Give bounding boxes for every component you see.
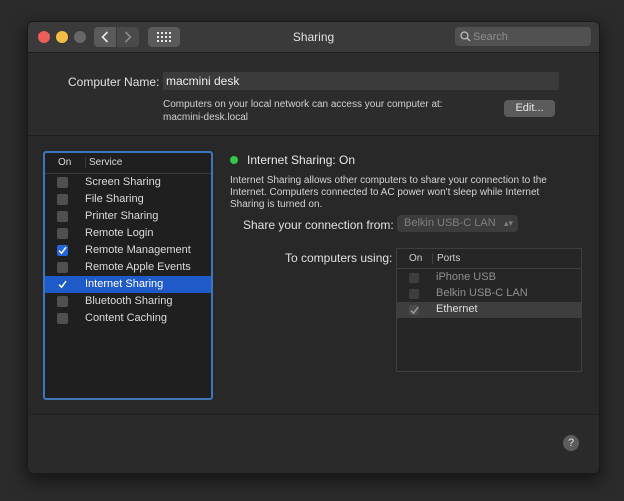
service-label: File Sharing bbox=[85, 193, 144, 205]
service-row[interactable]: Screen Sharing bbox=[45, 174, 211, 191]
computer-name-label: Computer Name: bbox=[68, 75, 160, 89]
forward-button[interactable] bbox=[117, 27, 139, 47]
checkmark-icon bbox=[410, 306, 419, 315]
port-row[interactable]: Ethernet bbox=[397, 302, 581, 318]
ports-list[interactable]: On Ports iPhone USB Belkin USB-C LAN Ether… bbox=[396, 248, 582, 372]
service-checkbox[interactable] bbox=[57, 313, 68, 324]
back-button[interactable] bbox=[94, 27, 116, 47]
service-list[interactable]: On Service Screen Sharing File Sharing Pri… bbox=[43, 151, 213, 400]
service-checkbox[interactable] bbox=[57, 245, 68, 256]
port-row[interactable]: iPhone USB bbox=[397, 270, 581, 286]
port-checkbox[interactable] bbox=[409, 305, 419, 315]
to-computers-label: To computers using: bbox=[285, 251, 393, 265]
status-description: Internet Sharing allows other computers … bbox=[230, 175, 547, 210]
column-header-on[interactable]: On bbox=[58, 157, 71, 168]
service-label: Screen Sharing bbox=[85, 176, 161, 188]
service-checkbox[interactable] bbox=[57, 296, 68, 307]
port-checkbox[interactable] bbox=[409, 289, 419, 299]
service-checkbox[interactable] bbox=[57, 228, 68, 239]
column-header-service[interactable]: Service bbox=[85, 157, 122, 168]
service-label: Content Caching bbox=[85, 312, 167, 324]
grid-icon bbox=[157, 32, 171, 42]
service-checkbox[interactable] bbox=[57, 177, 68, 188]
port-row[interactable]: Belkin USB-C LAN bbox=[397, 286, 581, 302]
search-input[interactable] bbox=[473, 27, 585, 46]
service-checkbox[interactable] bbox=[57, 279, 68, 290]
port-label: Belkin USB-C LAN bbox=[436, 287, 528, 299]
computer-name-field[interactable] bbox=[163, 72, 559, 90]
ports-list-header: On Ports bbox=[397, 249, 581, 269]
port-checkbox[interactable] bbox=[409, 273, 419, 283]
service-row[interactable]: Bluetooth Sharing bbox=[45, 293, 211, 310]
service-label: Printer Sharing bbox=[85, 210, 159, 222]
service-row[interactable]: Content Caching bbox=[45, 310, 211, 327]
service-row[interactable]: Remote Apple Events bbox=[45, 259, 211, 276]
service-label: Remote Apple Events bbox=[85, 261, 191, 273]
bottom-bar bbox=[28, 414, 599, 473]
service-checkbox[interactable] bbox=[57, 194, 68, 205]
chevron-right-icon bbox=[124, 31, 132, 43]
share-from-popup[interactable]: Belkin USB-C LAN ▴▾ bbox=[397, 215, 518, 232]
search-icon bbox=[460, 31, 471, 42]
service-checkbox[interactable] bbox=[57, 211, 68, 222]
service-label: Bluetooth Sharing bbox=[85, 295, 173, 307]
address-description-line: Computers on your local network can acce… bbox=[163, 99, 443, 110]
search-field[interactable] bbox=[455, 27, 591, 46]
up-down-arrows-icon: ▴▾ bbox=[503, 218, 513, 228]
local-hostname: macmini-desk.local bbox=[163, 112, 249, 123]
service-row[interactable]: File Sharing bbox=[45, 191, 211, 208]
checkmark-icon bbox=[58, 246, 67, 255]
chevron-left-icon bbox=[101, 31, 109, 43]
service-list-header: On Service bbox=[45, 153, 211, 174]
edit-button[interactable]: Edit... bbox=[504, 100, 555, 117]
sharing-window: Sharing Search Computer Name: macmini de… bbox=[27, 21, 600, 474]
show-all-button[interactable] bbox=[148, 27, 180, 47]
checkmark-icon bbox=[58, 280, 67, 289]
service-checkbox[interactable] bbox=[57, 262, 68, 273]
share-from-value: Belkin USB-C LAN bbox=[404, 217, 496, 229]
port-label: Ethernet bbox=[436, 303, 478, 315]
service-label: Internet Sharing bbox=[85, 278, 164, 290]
ports-column-header-ports[interactable]: Ports bbox=[432, 253, 460, 264]
main-content: On Service Screen Sharing File Sharing Pri… bbox=[28, 136, 599, 473]
status-title: Internet Sharing: On bbox=[247, 153, 356, 167]
status-indicator-icon bbox=[230, 156, 238, 164]
port-label: iPhone USB bbox=[436, 271, 496, 283]
share-from-label: Share your connection from: bbox=[243, 218, 394, 232]
service-label: Remote Login bbox=[85, 227, 154, 239]
service-row[interactable]: Internet Sharing bbox=[45, 276, 211, 293]
computer-name-section: Computer Name: Computers on your local n… bbox=[28, 53, 599, 136]
service-row[interactable]: Printer Sharing bbox=[45, 208, 211, 225]
title-bar: Sharing bbox=[28, 22, 599, 53]
service-row[interactable]: Remote Management bbox=[45, 242, 211, 259]
service-row[interactable]: Remote Login bbox=[45, 225, 211, 242]
computer-address-description: Computers on your local network can acce… bbox=[163, 98, 443, 124]
ports-column-header-on[interactable]: On bbox=[409, 253, 422, 264]
help-button[interactable]: ? bbox=[563, 435, 579, 451]
service-label: Remote Management bbox=[85, 244, 191, 256]
